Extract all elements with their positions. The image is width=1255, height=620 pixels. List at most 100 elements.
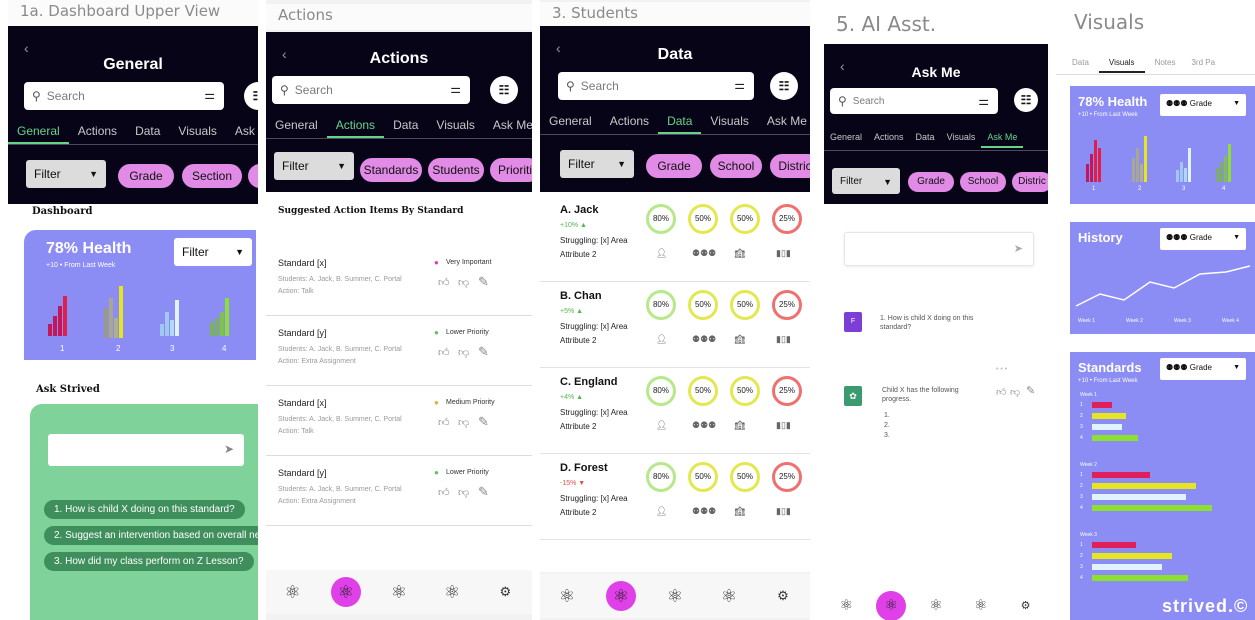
tab-ask-me[interactable]: Ask Me <box>484 118 532 138</box>
tab-notes[interactable]: Notes <box>1145 58 1186 73</box>
filter-dropdown[interactable]: Filter ▼ <box>832 168 900 194</box>
sliders-icon[interactable]: ⚌ <box>734 78 745 92</box>
pill-district[interactable]: Distric <box>770 154 810 178</box>
pill-standards[interactable]: Standards <box>360 158 422 182</box>
thumbs-down-icon[interactable]: 👎︎ <box>1010 386 1020 398</box>
filter-circle-icon[interactable]: ☷ <box>770 72 798 100</box>
tab-general[interactable]: General <box>824 132 868 148</box>
tab-data[interactable]: Data <box>658 114 702 134</box>
edit-icon[interactable]: ✎ <box>478 274 489 290</box>
suggestion-chip[interactable]: 3. How did my class perform on Z Lesson? <box>44 552 254 571</box>
tab-ask-me[interactable]: Ask Me <box>758 114 810 134</box>
tab-data[interactable]: Data <box>1056 58 1099 73</box>
tab-general[interactable]: General <box>540 114 601 134</box>
pill-school[interactable]: School <box>960 172 1006 192</box>
tab-visuals[interactable]: Visuals <box>427 118 483 138</box>
filter-circle-icon[interactable]: ☷ <box>1014 88 1038 112</box>
suggestion-chip[interactable]: 2. Suggest an intervention based on over… <box>44 526 258 545</box>
tab-visuals[interactable]: Visuals <box>941 132 982 148</box>
tab-third-party[interactable]: 3rd Pa <box>1185 58 1221 73</box>
pill-grade[interactable]: Grade <box>908 172 954 192</box>
tab-actions[interactable]: Actions <box>868 132 910 148</box>
action-item[interactable]: Standard [y] Students: A. Jack, B. Summer… <box>266 456 532 526</box>
ask-input[interactable]: ➤ <box>48 434 244 466</box>
pill-grade[interactable]: Grade <box>646 154 702 178</box>
thumbs-up-icon[interactable]: 👍︎ <box>438 346 450 359</box>
atom-icon[interactable]: ⚛ <box>278 577 308 607</box>
edit-icon[interactable]: ✎ <box>478 344 489 360</box>
settings-icon[interactable]: ⚙ <box>490 577 520 607</box>
thumbs-up-icon[interactable]: 👍︎ <box>996 386 1006 398</box>
send-icon[interactable]: ➤ <box>224 442 234 456</box>
thumbs-down-icon[interactable]: 👎︎ <box>458 346 469 359</box>
tab-visuals[interactable]: Visuals <box>1098 58 1145 73</box>
settings-icon[interactable]: ⚙ <box>1011 591 1041 620</box>
student-row[interactable]: C. England +4% ▲ Struggling: [x] Area Attri… <box>540 368 810 454</box>
pill-more[interactable]: S <box>248 164 258 188</box>
action-item[interactable]: Standard [x] Students: A. Jack, B. Summer… <box>266 246 532 316</box>
thumbs-down-icon[interactable]: 👎︎ <box>458 416 469 429</box>
search-input[interactable]: ⚲ Search ⚌ <box>24 82 224 110</box>
tab-ask[interactable]: Ask <box>226 124 258 144</box>
ask-input[interactable]: ➤ <box>844 232 1034 266</box>
filter-dropdown[interactable]: Filter ▼ <box>274 152 354 180</box>
atom-icon[interactable]: ⚛ <box>831 591 861 620</box>
action-item[interactable]: Standard [x] Students: A. Jack, B. Summer… <box>266 386 532 456</box>
tab-ask-me[interactable]: Ask Me <box>981 132 1024 148</box>
sliders-icon[interactable]: ⚌ <box>204 88 215 102</box>
thumbs-down-icon[interactable]: 👎︎ <box>458 276 469 289</box>
atom-icon-active[interactable]: ⚛ <box>876 591 907 620</box>
atom-icon[interactable]: ⚛ <box>437 577 467 607</box>
tab-general[interactable]: General <box>8 124 69 144</box>
filter-dropdown[interactable]: Filter ▼ <box>560 150 634 178</box>
health-filter-dropdown[interactable]: Filter ▼ <box>174 238 252 266</box>
edit-icon[interactable]: ✎ <box>1026 384 1035 397</box>
pill-students[interactable]: Students <box>428 158 484 182</box>
send-icon[interactable]: ➤ <box>1014 242 1023 255</box>
atom-icon-active[interactable]: ⚛ <box>330 577 361 607</box>
atom-icon-active[interactable]: ⚛ <box>606 581 636 611</box>
back-icon[interactable]: ‹ <box>24 40 29 56</box>
tab-actions[interactable]: Actions <box>69 124 126 144</box>
student-row[interactable]: B. Chan +5% ▲ Struggling: [x] Area Attribut… <box>540 282 810 368</box>
pill-district[interactable]: Distric <box>1012 172 1048 192</box>
filter-circle-icon[interactable]: ☷ <box>490 76 518 104</box>
edit-icon[interactable]: ✎ <box>478 414 489 430</box>
suggestion-chip[interactable]: 1. How is child X doing on this standard… <box>44 500 245 519</box>
pill-grade[interactable]: Grade <box>118 164 174 188</box>
thumbs-down-icon[interactable]: 👎︎ <box>458 486 469 499</box>
student-row[interactable]: A. Jack +10% ▲ Struggling: [x] Area Attribu… <box>540 196 810 282</box>
action-item[interactable]: Standard [y] Students: A. Jack, B. Summer… <box>266 316 532 386</box>
student-row[interactable]: D. Forest -15% ▼ Struggling: [x] Area Attri… <box>540 454 810 540</box>
atom-icon[interactable]: ⚛ <box>714 581 744 611</box>
tab-data[interactable]: Data <box>910 132 941 148</box>
atom-icon[interactable]: ⚛ <box>966 591 996 620</box>
edit-icon[interactable]: ✎ <box>478 484 489 500</box>
pill-section[interactable]: Section <box>182 164 242 188</box>
tab-visuals[interactable]: Visuals <box>701 114 757 134</box>
atom-icon[interactable]: ⚛ <box>552 581 582 611</box>
pill-priorities[interactable]: Prioriti <box>490 158 532 182</box>
tab-data[interactable]: Data <box>384 118 427 138</box>
thumbs-up-icon[interactable]: 👍︎ <box>438 416 450 429</box>
search-input[interactable]: ⚲ Search ⚌ <box>558 72 754 100</box>
tab-general[interactable]: General <box>266 118 327 138</box>
atom-icon[interactable]: ⚛ <box>660 581 690 611</box>
tab-visuals[interactable]: Visuals <box>169 124 225 144</box>
filter-circle-icon[interactable]: ☷ <box>244 82 258 110</box>
search-input[interactable]: ⚲ Search ⚌ <box>830 88 998 114</box>
settings-icon[interactable]: ⚙ <box>768 581 798 611</box>
search-input[interactable]: ⚲ Search ⚌ <box>272 76 470 104</box>
thumbs-up-icon[interactable]: 👍︎ <box>438 486 450 499</box>
tab-actions[interactable]: Actions <box>326 118 385 138</box>
tab-data[interactable]: Data <box>126 124 169 144</box>
atom-icon[interactable]: ⚛ <box>384 577 414 607</box>
thumbs-up-icon[interactable]: 👍︎ <box>438 276 450 289</box>
grade-dropdown[interactable]: ⚉⚉⚉ Grade ▼ <box>1160 358 1246 380</box>
grade-dropdown[interactable]: ⚉⚉⚉ Grade ▼ <box>1160 94 1246 116</box>
sliders-icon[interactable]: ⚌ <box>978 94 989 108</box>
sliders-icon[interactable]: ⚌ <box>450 82 461 96</box>
pill-school[interactable]: School <box>710 154 762 178</box>
atom-icon[interactable]: ⚛ <box>921 591 951 620</box>
tab-actions[interactable]: Actions <box>601 114 658 134</box>
